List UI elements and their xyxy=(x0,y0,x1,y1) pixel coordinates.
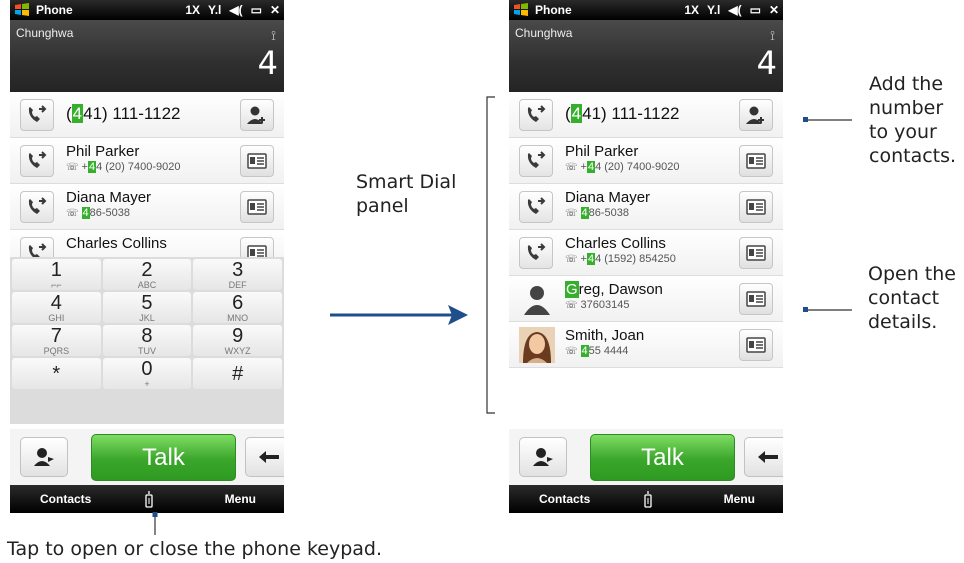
keypad-tip-marker xyxy=(152,512,158,517)
add-number-caption: Add the number to your contacts. xyxy=(869,73,957,167)
add-number-marker xyxy=(803,117,808,122)
open-details-marker xyxy=(803,307,808,312)
keypad-tip-caption: Tap to open or close the phone keypad. xyxy=(7,538,383,560)
open-details-caption: Open the contact details. xyxy=(868,263,956,333)
smart-dial-bracket xyxy=(486,96,495,414)
annotation-lines xyxy=(152,96,852,535)
smart-dial-caption: Smart Dial panel xyxy=(356,171,457,217)
